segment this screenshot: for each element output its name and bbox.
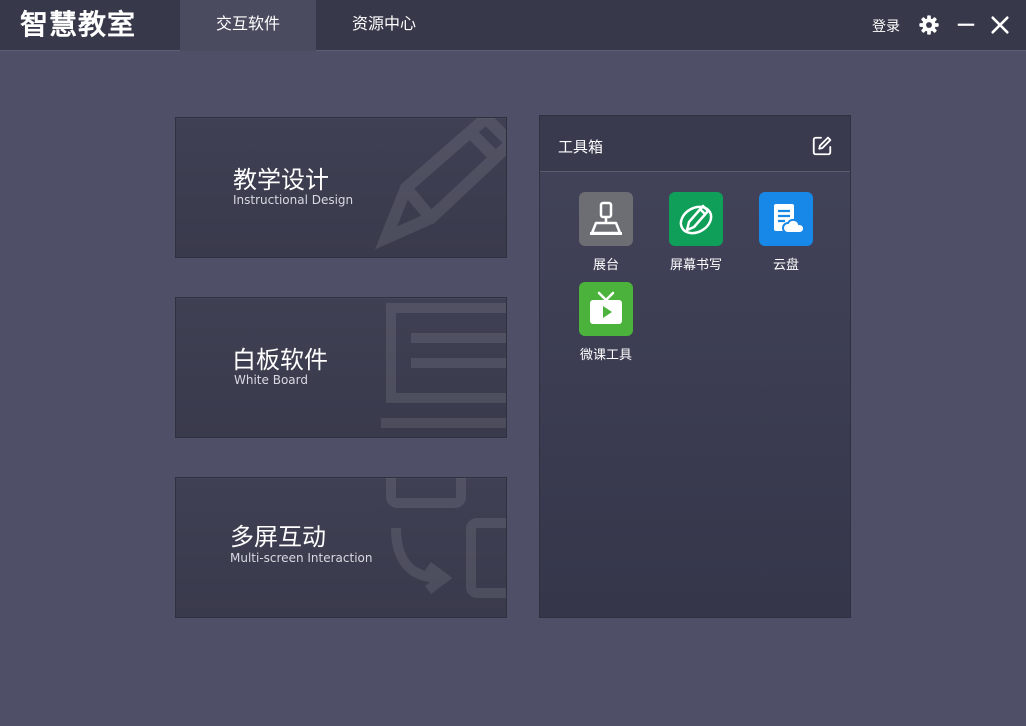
close-icon[interactable]	[989, 14, 1011, 36]
pencil-icon	[374, 118, 506, 250]
tv-play-icon	[579, 282, 633, 336]
cloud-drive-icon	[759, 192, 813, 246]
card-title: 教学设计	[233, 166, 329, 194]
toolbox-header: 工具箱	[540, 116, 850, 172]
tool-label: 云盘	[772, 258, 799, 273]
card-title: 白板软件	[232, 346, 328, 374]
card-subtitle: Instructional Design	[233, 193, 354, 207]
toolbox-title: 工具箱	[558, 138, 604, 156]
card-title: 多屏互动	[230, 523, 326, 551]
app-title: 智慧教室	[20, 8, 137, 41]
title-bar: 智慧教室 交互软件 资源中心 登录	[0, 0, 1026, 51]
edit-icon[interactable]	[811, 135, 833, 157]
minimize-icon[interactable]	[955, 14, 977, 36]
multiscreen-icon	[386, 478, 506, 598]
card-multi-screen-interaction[interactable]: 多屏互动 Multi-screen Interaction	[175, 477, 507, 618]
card-white-board[interactable]: 白板软件 White Board	[175, 297, 507, 438]
tool-micro-course[interactable]: 微课工具	[570, 282, 642, 363]
gear-icon[interactable]	[918, 14, 940, 36]
tool-document-camera[interactable]: 展台	[570, 192, 642, 273]
tool-label: 屏幕书写	[669, 258, 722, 273]
document-camera-icon	[579, 192, 633, 246]
tool-screen-writing[interactable]: 屏幕书写	[660, 192, 732, 273]
tab-resource-center[interactable]: 资源中心	[316, 0, 452, 51]
login-button[interactable]: 登录	[872, 16, 900, 36]
tab-interactive-software[interactable]: 交互软件	[180, 0, 316, 51]
card-subtitle: Multi-screen Interaction	[230, 551, 373, 565]
pen-writing-icon	[669, 192, 723, 246]
tool-cloud-drive[interactable]: 云盘	[750, 192, 822, 273]
card-instructional-design[interactable]: 教学设计 Instructional Design	[175, 117, 507, 258]
tool-label: 微课工具	[579, 348, 632, 363]
toolbox-panel: 工具箱 展台 屏幕书写 云盘 微课工具	[539, 115, 851, 618]
whiteboard-icon	[381, 303, 506, 428]
tool-label: 展台	[592, 258, 619, 273]
card-subtitle: White Board	[234, 373, 308, 387]
